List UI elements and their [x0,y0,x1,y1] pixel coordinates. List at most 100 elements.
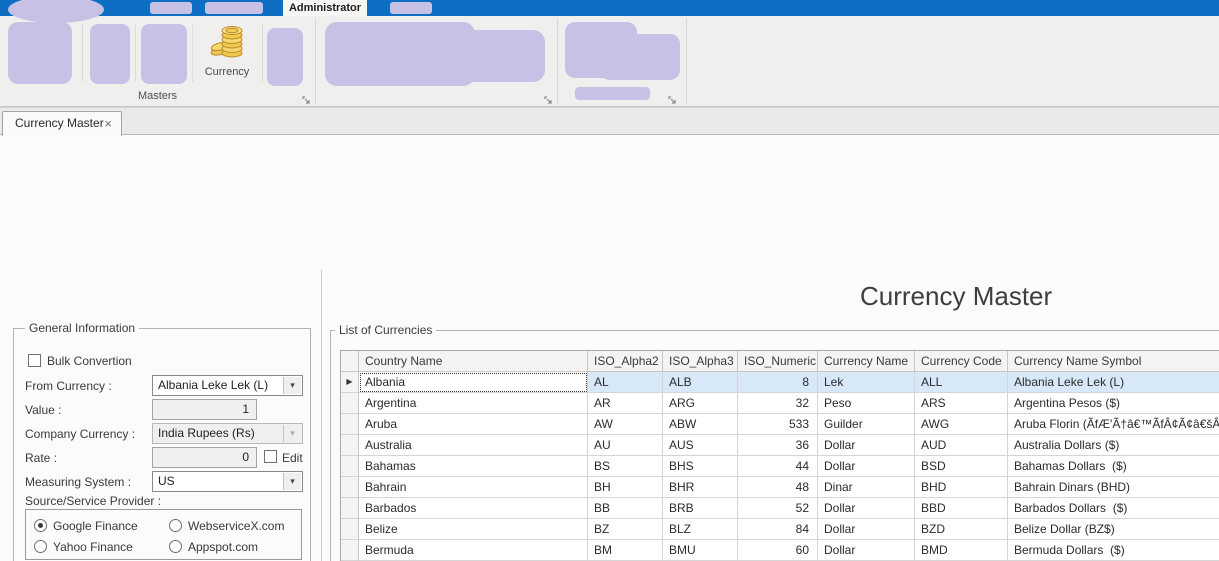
table-row[interactable]: Argentina AR ARG 32 Peso ARS Argentina Pesos (… [341,393,1219,414]
redacted-quick-access-button[interactable] [150,2,192,14]
table-cell[interactable]: Argentina Pesos ($) [1008,393,1219,414]
table-cell[interactable]: Albania Leke Lek (L) [1008,372,1219,393]
table-cell[interactable]: Australia Dollars ($) [1008,435,1219,456]
table-cell[interactable]: Aruba [359,414,588,435]
table-cell[interactable]: Argentina [359,393,588,414]
table-cell[interactable]: Dinar [818,477,915,498]
redacted-ribbon-tab[interactable] [390,2,432,14]
table-cell[interactable]: Bermuda [359,540,588,561]
column-header-country-name[interactable]: Country Name [359,351,588,372]
table-cell[interactable]: BZD [915,519,1008,540]
redacted-ribbon-button[interactable] [430,30,545,82]
table-cell[interactable]: BLZ [663,519,738,540]
radio-google-finance[interactable] [34,519,47,532]
table-cell[interactable]: AW [588,414,663,435]
table-cell[interactable]: AL [588,372,663,393]
redacted-ribbon-button[interactable] [8,22,72,84]
dialog-launcher-icon[interactable] [543,93,554,104]
column-header-currency-name[interactable]: Currency Name [818,351,915,372]
company-currency-select[interactable]: India Rupees (Rs) ▾ [152,423,303,444]
table-cell[interactable]: BH [588,477,663,498]
table-row[interactable]: Bermuda BM BMU 60 Dollar BMD Bermuda Dollars (… [341,540,1219,561]
table-cell[interactable]: 8 [738,372,818,393]
table-cell[interactable]: BZ [588,519,663,540]
table-cell[interactable]: BM [588,540,663,561]
table-cell[interactable]: Bahrain [359,477,588,498]
table-row[interactable]: ▶ Albania AL ALB 8 Lek ALL Albania Leke Lek (L) [341,372,1219,393]
currency-grid[interactable]: Country Name ISO_Alpha2 ISO_Alpha3 ISO_Nume… [340,350,1219,561]
row-indicator[interactable] [341,498,359,519]
chevron-down-icon[interactable]: ▾ [283,377,301,394]
table-cell[interactable]: Bermuda Dollars ($) [1008,540,1219,561]
tab-administrator[interactable]: Administrator [283,0,367,16]
table-cell[interactable]: Bahamas [359,456,588,477]
table-cell[interactable]: Bahrain Dinars (BHD) [1008,477,1219,498]
tab-currency-master[interactable]: Currency Master × [2,111,122,136]
table-cell[interactable]: Bahamas Dollars ($) [1008,456,1219,477]
table-cell[interactable]: Lek [818,372,915,393]
table-cell[interactable]: Dollar [818,540,915,561]
rate-input[interactable]: 0 [152,447,257,468]
column-header-currency-name-symbol[interactable]: Currency Name Symbol [1008,351,1219,372]
table-cell[interactable]: ALL [915,372,1008,393]
redacted-ribbon-button[interactable] [267,28,303,86]
table-cell[interactable]: 32 [738,393,818,414]
from-currency-select[interactable]: Albania Leke Lek (L) ▾ [152,375,303,396]
table-cell[interactable]: Dollar [818,519,915,540]
row-indicator[interactable] [341,393,359,414]
table-row[interactable]: Bahamas BS BHS 44 Dollar BSD Bahamas Dollars (… [341,456,1219,477]
radio-appspot-label[interactable]: Appspot.com [188,540,258,554]
redacted-ribbon-button[interactable] [600,34,680,80]
table-cell[interactable]: BBD [915,498,1008,519]
panel-splitter[interactable] [321,270,322,561]
table-cell[interactable]: Australia [359,435,588,456]
row-indicator[interactable] [341,519,359,540]
table-cell[interactable]: BRB [663,498,738,519]
table-cell[interactable]: BSD [915,456,1008,477]
table-cell[interactable]: Belize Dollar (BZ$) [1008,519,1219,540]
row-indicator[interactable] [341,477,359,498]
table-row[interactable]: Belize BZ BLZ 84 Dollar BZD Belize Dollar (BZ$… [341,519,1219,540]
table-cell[interactable]: 84 [738,519,818,540]
table-row[interactable]: Australia AU AUS 36 Dollar AUD Australia Dolla… [341,435,1219,456]
table-cell[interactable]: Belize [359,519,588,540]
table-cell[interactable]: AU [588,435,663,456]
table-cell[interactable]: BMU [663,540,738,561]
table-cell[interactable]: Peso [818,393,915,414]
table-cell[interactable]: Aruba Florin (ÃfÆ'Ã†â€™ÃfÂ¢Ã¢â€šÂ¬Ã‚Â [1008,414,1219,435]
table-cell[interactable]: AWG [915,414,1008,435]
row-indicator[interactable] [341,540,359,561]
redacted-ribbon-button[interactable] [90,24,130,84]
table-row[interactable]: Barbados BB BRB 52 Dollar BBD Barbados Dollars… [341,498,1219,519]
table-cell[interactable]: BS [588,456,663,477]
dialog-launcher-icon[interactable] [667,93,678,104]
radio-yahoo-finance[interactable] [34,540,47,553]
table-cell[interactable]: AUD [915,435,1008,456]
value-input[interactable]: 1 [152,399,257,420]
radio-yahoo-finance-label[interactable]: Yahoo Finance [53,540,133,554]
radio-appspot[interactable] [169,540,182,553]
edit-checkbox[interactable] [264,450,277,463]
table-cell[interactable]: 52 [738,498,818,519]
table-cell[interactable]: BHR [663,477,738,498]
table-cell[interactable]: 60 [738,540,818,561]
table-cell[interactable]: Dollar [818,456,915,477]
table-cell[interactable]: BHS [663,456,738,477]
selected-row-indicator-icon[interactable]: ▶ [341,372,359,393]
table-cell[interactable]: Albania [359,372,588,393]
table-cell[interactable]: ARG [663,393,738,414]
redacted-quick-access-button[interactable] [205,2,263,14]
row-indicator[interactable] [341,456,359,477]
radio-google-finance-label[interactable]: Google Finance [53,519,138,533]
radio-webservicex-label[interactable]: WebserviceX.com [188,519,284,533]
bulk-convertion-checkbox[interactable] [28,354,41,367]
column-header-iso-alpha2[interactable]: ISO_Alpha2 [588,351,663,372]
row-indicator[interactable] [341,414,359,435]
table-row[interactable]: Aruba AW ABW 533 Guilder AWG Aruba Florin (ÃfÆ… [341,414,1219,435]
column-header-iso-alpha3[interactable]: ISO_Alpha3 [663,351,738,372]
column-header-iso-numeric[interactable]: ISO_Numeric [738,351,818,372]
table-cell[interactable]: BMD [915,540,1008,561]
table-cell[interactable]: 44 [738,456,818,477]
table-cell[interactable]: Dollar [818,435,915,456]
table-cell[interactable]: Barbados Dollars ($) [1008,498,1219,519]
